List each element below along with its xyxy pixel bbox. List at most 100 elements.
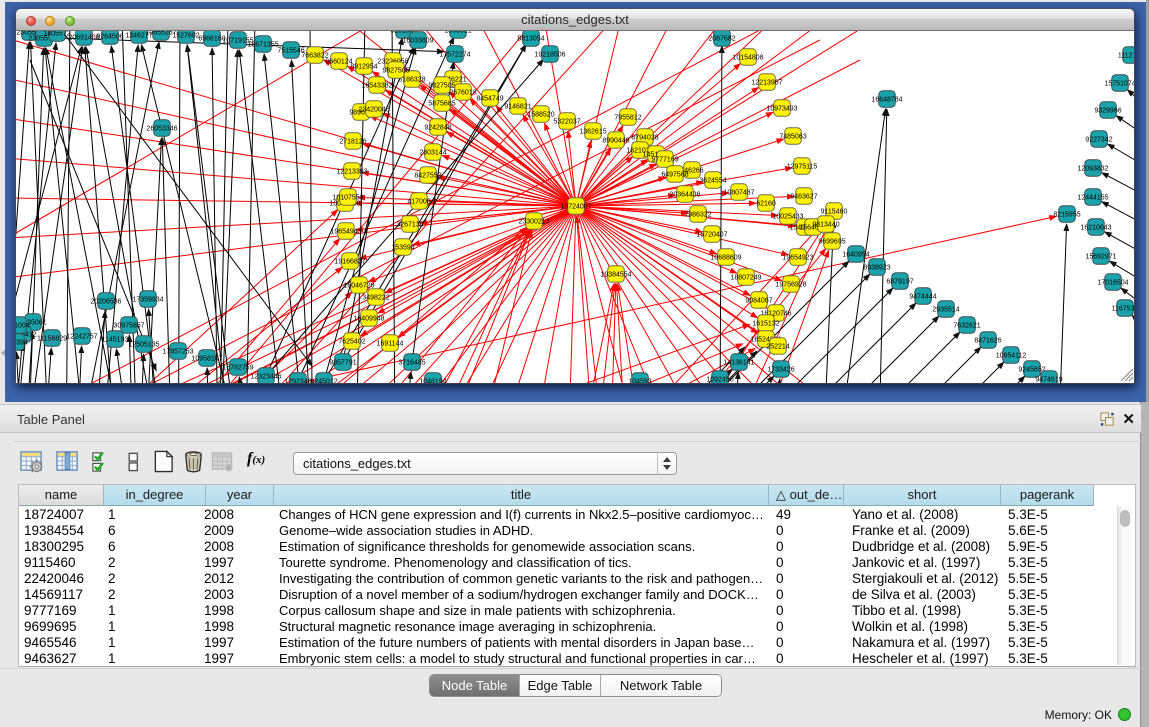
svg-text:6879197: 6879197 — [886, 279, 913, 286]
svg-text:9813440: 9813440 — [812, 222, 839, 229]
svg-text:18724007: 18724007 — [560, 204, 591, 211]
svg-text:16046726: 16046726 — [343, 283, 374, 290]
svg-text:15720407: 15720407 — [696, 232, 727, 239]
svg-text:19218506: 19218506 — [534, 52, 565, 59]
svg-text:104593: 104593 — [628, 379, 651, 384]
svg-text:19166827: 19166827 — [334, 259, 365, 266]
svg-text:7986322: 7986322 — [684, 212, 711, 219]
svg-text:10688609: 10688609 — [710, 255, 741, 262]
svg-text:3498222: 3498222 — [362, 295, 389, 302]
svg-text:9245012: 9245012 — [310, 379, 337, 384]
svg-text:10154808: 10154808 — [732, 55, 763, 62]
svg-text:9660124: 9660124 — [325, 59, 352, 66]
svg-text:9084067: 9084067 — [745, 298, 772, 305]
svg-text:10654112: 10654112 — [996, 353, 1027, 360]
svg-text:9463627: 9463627 — [790, 194, 817, 201]
svg-text:1615132: 1615132 — [752, 321, 779, 328]
svg-text:1167533: 1167533 — [1112, 306, 1134, 313]
svg-text:9329966: 9329966 — [1094, 108, 1121, 115]
svg-text:8912954: 8912954 — [350, 64, 377, 71]
svg-text:11156829: 11156829 — [37, 336, 67, 343]
svg-text:19756928: 19756928 — [775, 282, 806, 289]
svg-text:10807487: 10807487 — [723, 190, 754, 197]
svg-text:1640954: 1640954 — [842, 252, 869, 259]
svg-text:62160: 62160 — [756, 201, 776, 208]
svg-text:1046194: 1046194 — [419, 379, 446, 384]
svg-text:16033809: 16033809 — [402, 38, 433, 45]
svg-text:30975857: 30975857 — [113, 323, 144, 330]
svg-text:7955812: 7955812 — [614, 115, 641, 122]
svg-text:17957253: 17957253 — [162, 349, 193, 356]
svg-text:16782759: 16782759 — [222, 365, 253, 372]
svg-text:252214: 252214 — [766, 344, 789, 351]
svg-text:19384554: 19384554 — [600, 272, 631, 279]
svg-text:8471626: 8471626 — [974, 338, 1001, 345]
svg-text:17572274: 17572274 — [439, 52, 470, 59]
svg-text:7485063: 7485063 — [779, 134, 806, 141]
svg-text:2676018: 2676018 — [449, 90, 476, 97]
svg-text:10958107: 10958107 — [191, 356, 222, 363]
svg-text:12975115: 12975115 — [787, 164, 818, 171]
svg-text:2803144: 2803144 — [419, 150, 446, 157]
svg-text:15692971: 15692971 — [1085, 254, 1116, 261]
svg-text:12213967: 12213967 — [751, 80, 782, 87]
svg-text:1588520: 1588520 — [527, 112, 554, 119]
svg-text:16648784: 16648784 — [871, 97, 902, 104]
svg-text:20691406: 20691406 — [68, 35, 99, 42]
svg-text:5322037: 5322037 — [553, 119, 580, 126]
svg-text:9474444: 9474444 — [909, 294, 936, 301]
svg-text:417006: 417006 — [407, 199, 430, 206]
svg-text:1691144: 1691144 — [377, 341, 404, 348]
svg-text:9777169: 9777169 — [651, 157, 678, 164]
svg-text:9474619: 9474619 — [1035, 377, 1062, 384]
svg-text:9827505: 9827505 — [382, 68, 409, 75]
svg-text:20364436: 20364436 — [669, 192, 700, 199]
svg-text:17016504: 17016504 — [1097, 280, 1128, 287]
svg-text:7663822: 7663822 — [301, 53, 328, 60]
svg-text:3624554: 3624554 — [699, 178, 726, 185]
svg-text:19654943: 19654943 — [330, 229, 361, 236]
svg-text:14136141: 14136141 — [723, 360, 754, 367]
svg-text:1527602: 1527602 — [172, 33, 199, 40]
svg-text:6497568: 6497568 — [661, 172, 688, 179]
svg-text:16671355: 16671355 — [247, 42, 278, 49]
svg-text:16210643: 16210643 — [1080, 225, 1111, 232]
svg-text:2087682: 2087682 — [708, 36, 735, 43]
svg-text:1292346: 1292346 — [284, 379, 311, 384]
svg-text:10973493: 10973493 — [766, 106, 797, 113]
svg-text:2935514: 2935514 — [932, 307, 959, 314]
svg-text:9857791: 9857791 — [329, 360, 356, 367]
svg-text:3267130: 3267130 — [396, 222, 423, 229]
svg-text:5875685: 5875685 — [428, 101, 455, 108]
svg-text:9146821: 9146821 — [504, 104, 531, 111]
svg-text:16409948: 16409948 — [353, 316, 384, 323]
svg-text:8454749: 8454749 — [476, 96, 503, 103]
svg-text:1362615: 1362615 — [579, 129, 606, 136]
svg-text:1112795: 1112795 — [1118, 53, 1134, 60]
svg-text:8427552: 8427552 — [414, 173, 441, 180]
svg-text:10107553: 10107553 — [332, 195, 363, 202]
svg-text:7625402: 7625402 — [338, 339, 365, 346]
svg-text:12444155: 12444155 — [1077, 195, 1108, 202]
svg-text:9242848: 9242848 — [424, 125, 451, 132]
svg-text:12242757: 12242757 — [66, 334, 97, 341]
svg-text:3716485: 3716485 — [398, 360, 425, 367]
svg-text:9115460: 9115460 — [821, 209, 848, 216]
svg-text:6794028: 6794028 — [631, 135, 658, 142]
svg-text:155394: 155394 — [16, 340, 28, 347]
svg-text:15751074: 15751074 — [1104, 81, 1134, 88]
svg-text:931004: 931004 — [16, 323, 30, 330]
svg-text:1145193: 1145193 — [102, 337, 129, 344]
svg-text:2718126: 2718126 — [339, 139, 366, 146]
svg-text:12323446: 12323446 — [250, 374, 281, 381]
svg-text:7632621: 7632621 — [953, 323, 980, 330]
svg-text:1733426: 1733426 — [767, 367, 794, 374]
svg-text:1092450: 1092450 — [706, 377, 733, 384]
svg-text:17359934: 17359934 — [132, 297, 163, 304]
svg-text:12505135: 12505135 — [128, 342, 159, 349]
svg-text:12093832: 12093832 — [1077, 166, 1108, 173]
svg-text:1063321: 1063321 — [444, 31, 471, 35]
svg-text:8215955: 8215955 — [1053, 212, 1080, 219]
svg-text:8990448: 8990448 — [602, 138, 629, 145]
svg-text:26053346: 26053346 — [146, 126, 177, 133]
